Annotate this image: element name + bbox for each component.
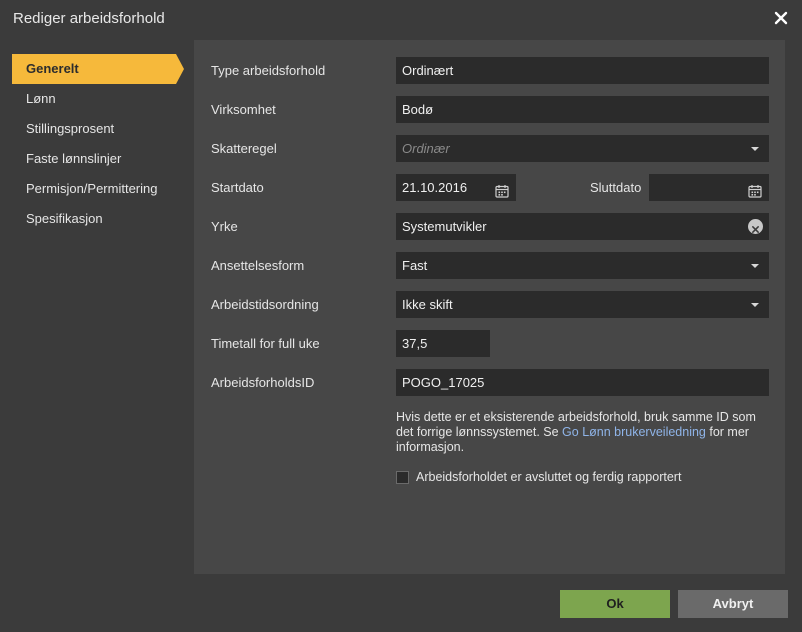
employment-form-label: Ansettelsesform	[211, 258, 305, 273]
type-label: Type arbeidsforhold	[211, 63, 326, 78]
company-field[interactable]: Bodø	[396, 96, 769, 123]
working-time-value: Ikke skift	[402, 297, 453, 312]
employment-id-label: ArbeidsforholdsID	[211, 375, 315, 390]
ok-button[interactable]: Ok	[560, 590, 670, 618]
occupation-value: Systemutvikler	[402, 219, 487, 234]
sidebar-item-label: Permisjon/Permittering	[26, 181, 158, 196]
chevron-down-icon	[751, 147, 759, 151]
employment-form-select[interactable]: Fast	[396, 252, 769, 279]
form-panel: Type arbeidsforhold Ordinært Virksomhet …	[194, 40, 785, 574]
sidebar-item-lonn[interactable]: Lønn	[12, 84, 182, 114]
edit-employment-dialog: Rediger arbeidsforhold Generelt Lønn Sti…	[0, 0, 802, 632]
company-label: Virksomhet	[211, 102, 276, 117]
cancel-button[interactable]: Avbryt	[678, 590, 788, 618]
hours-label: Timetall for full uke	[211, 336, 320, 351]
start-date-value: 21.10.2016	[402, 180, 468, 195]
chevron-down-icon	[751, 264, 759, 268]
sidebar-item-label: Faste lønnslinjer	[26, 151, 122, 166]
hours-field[interactable]: 37,5	[396, 330, 490, 357]
employment-id-field[interactable]: POGO_17025	[396, 369, 769, 396]
type-field[interactable]: Ordinært	[396, 57, 769, 84]
start-date-label: Startdato	[211, 180, 264, 195]
tax-rule-placeholder: Ordinær	[402, 141, 450, 156]
ended-checkbox-label[interactable]: Arbeidsforholdet er avsluttet og ferdig …	[416, 470, 681, 484]
occupation-label: Yrke	[211, 219, 238, 234]
occupation-field[interactable]: Systemutvikler	[396, 213, 769, 240]
sidebar-item-label: Spesifikasjon	[26, 211, 103, 226]
titlebar: Rediger arbeidsforhold	[0, 0, 802, 36]
ended-checkbox[interactable]	[396, 471, 409, 484]
sidebar-item-label: Stillingsprosent	[26, 121, 115, 136]
sidebar-item-label: Generelt	[26, 61, 79, 76]
sidebar-item-label: Lønn	[26, 91, 56, 106]
calendar-icon[interactable]	[748, 180, 762, 198]
working-time-label: Arbeidstidsordning	[211, 297, 319, 312]
company-value: Bodø	[402, 102, 434, 117]
sidebar: Generelt Lønn Stillingsprosent Faste løn…	[12, 54, 184, 234]
sidebar-item-generelt[interactable]: Generelt	[12, 54, 184, 84]
end-date-field[interactable]	[649, 174, 769, 201]
employment-id-value: POGO_17025	[402, 375, 485, 390]
close-icon[interactable]	[772, 9, 790, 27]
sidebar-item-permisjon[interactable]: Permisjon/Permittering	[12, 174, 182, 204]
tax-rule-label: Skatteregel	[211, 141, 277, 156]
tax-rule-select[interactable]: Ordinær	[396, 135, 769, 162]
chevron-down-icon	[751, 303, 759, 307]
end-date-label: Sluttdato	[590, 180, 642, 195]
working-time-select[interactable]: Ikke skift	[396, 291, 769, 318]
type-value: Ordinært	[402, 63, 454, 78]
sidebar-item-faste-lonnslinjer[interactable]: Faste lønnslinjer	[12, 144, 182, 174]
dialog-title: Rediger arbeidsforhold	[13, 10, 165, 27]
start-date-field[interactable]: 21.10.2016	[396, 174, 516, 201]
user-guide-link[interactable]: Go Lønn brukerveiledning	[562, 425, 706, 439]
sidebar-item-spesifikasjon[interactable]: Spesifikasjon	[12, 204, 182, 234]
hours-value: 37,5	[402, 336, 428, 351]
sidebar-item-stillingsprosent[interactable]: Stillingsprosent	[12, 114, 182, 144]
clear-icon[interactable]	[748, 219, 763, 234]
help-text: Hvis dette er et eksisterende arbeidsfor…	[396, 410, 776, 455]
employment-form-value: Fast	[402, 258, 428, 273]
calendar-icon[interactable]	[495, 180, 509, 198]
